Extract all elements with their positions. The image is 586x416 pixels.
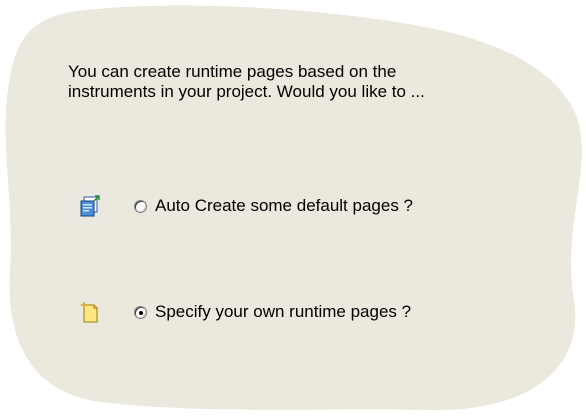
auto-create-radio-button[interactable] bbox=[134, 199, 147, 213]
instruction-line-2: instruments in your project. Would you l… bbox=[68, 82, 425, 101]
specify-own-label[interactable]: Specify your own runtime pages ? bbox=[155, 302, 411, 322]
specify-own-radio-button[interactable] bbox=[134, 305, 147, 319]
auto-create-radio[interactable]: Auto Create some default pages ? bbox=[134, 196, 413, 216]
auto-create-option: Auto Create some default pages ? bbox=[72, 186, 413, 226]
new-page-icon bbox=[72, 294, 108, 330]
specify-own-radio[interactable]: Specify your own runtime pages ? bbox=[134, 302, 411, 322]
radio-selected-dot bbox=[139, 310, 143, 315]
instruction-text: You can create runtime pages based on th… bbox=[68, 62, 538, 102]
instruction-line-1: You can create runtime pages based on th… bbox=[68, 62, 397, 81]
wizard-page: You can create runtime pages based on th… bbox=[0, 0, 586, 416]
specify-own-option: Specify your own runtime pages ? bbox=[72, 292, 411, 332]
auto-create-pages-icon bbox=[72, 188, 108, 224]
auto-create-label[interactable]: Auto Create some default pages ? bbox=[155, 196, 413, 216]
